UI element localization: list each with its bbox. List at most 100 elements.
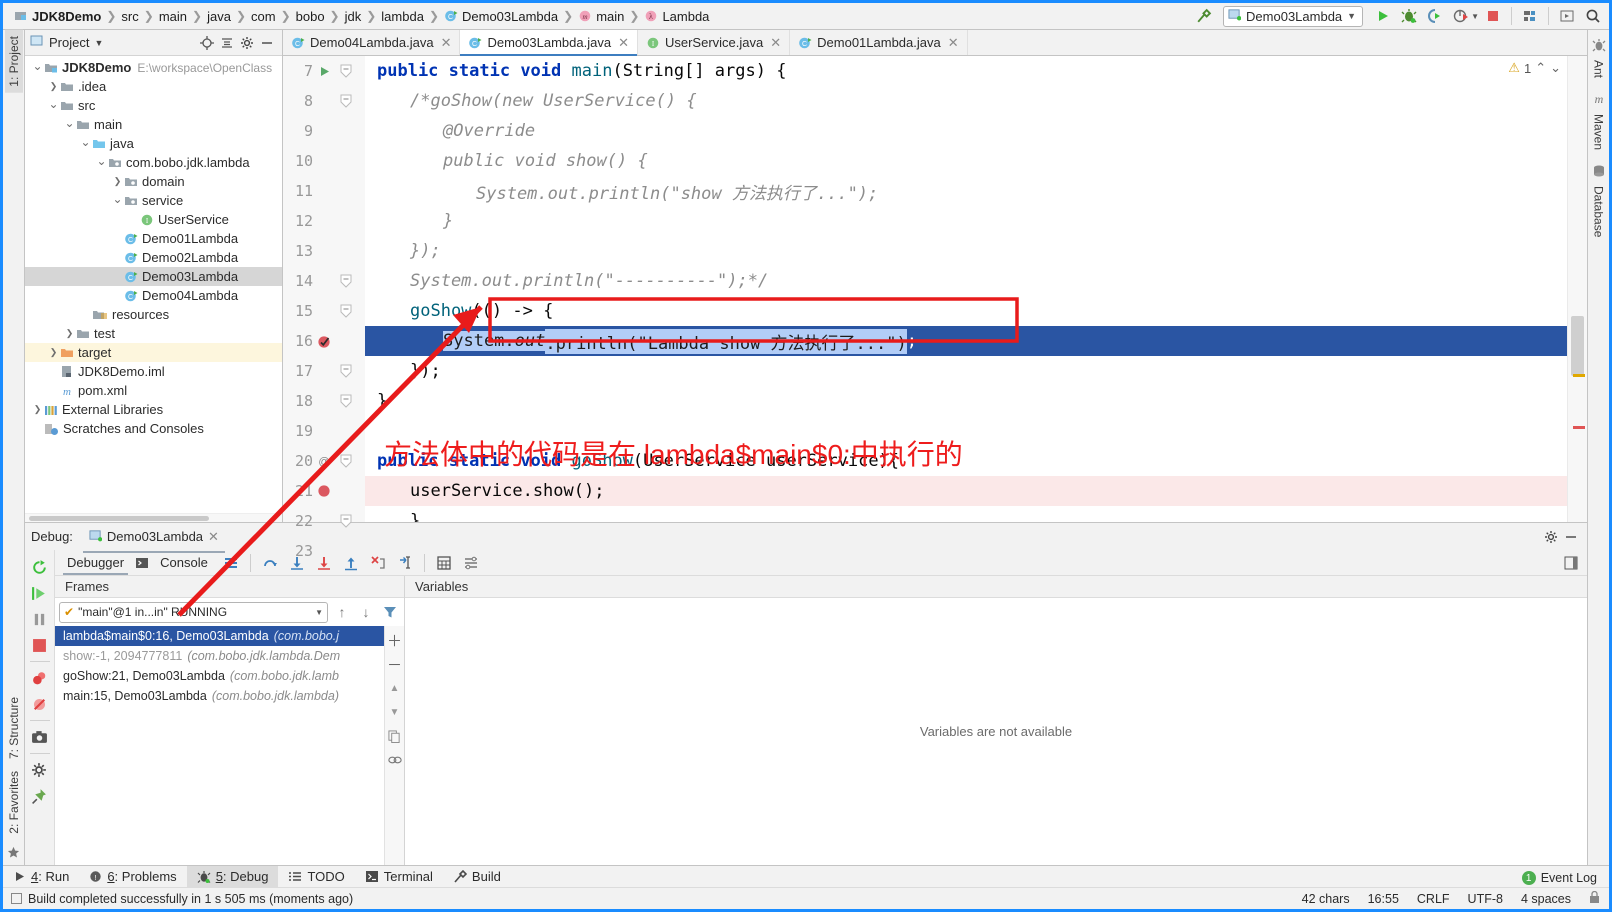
chevron-right-icon[interactable]: ❯ (47, 347, 60, 358)
fold-marker-icon[interactable] (335, 364, 357, 378)
next-issue-icon[interactable]: ⌄ (1550, 60, 1561, 76)
line-separator[interactable]: CRLF (1408, 892, 1459, 906)
gear-icon[interactable] (237, 33, 257, 53)
file-encoding[interactable]: UTF-8 (1459, 892, 1512, 906)
breadcrumb-item-lambda[interactable]: lambda (378, 9, 427, 24)
gutter-line-8[interactable]: 8 (283, 86, 365, 116)
code-line-9[interactable]: @Override (365, 116, 1567, 146)
scroll-up-icon[interactable]: ▲ (385, 678, 405, 698)
tree-item-src[interactable]: ⌄ src (25, 96, 282, 115)
tree-item-domain[interactable]: ❯ domain (25, 172, 282, 191)
code-line-11[interactable]: System.out.println("show 方法执行了..."); (365, 176, 1567, 206)
code-line-16[interactable]: System. out .println("Lambda show 方法执行了...… (365, 326, 1567, 356)
tree-item--idea[interactable]: ❯ .idea (25, 77, 282, 96)
tree-item-demo01lambda[interactable]: C Demo01Lambda (25, 229, 282, 248)
editor-tab-demo04lambda-java[interactable]: C Demo04Lambda.java ✕ (283, 30, 461, 55)
gutter-line-21[interactable]: 21 (283, 476, 365, 506)
indent-setting[interactable]: 4 spaces (1512, 892, 1580, 906)
tree-item-main[interactable]: ⌄ main (25, 115, 282, 134)
run-with-coverage-icon[interactable] (1423, 5, 1447, 27)
tool-window-button-terminal[interactable]: Terminal (355, 866, 443, 887)
link-icon[interactable] (385, 750, 405, 770)
chevron-down-icon[interactable]: ⌄ (95, 154, 108, 168)
run-gutter-icon[interactable] (313, 65, 335, 78)
run-configuration-selector[interactable]: Demo03Lambda ▼ (1223, 5, 1364, 27)
breadcrumb-item-java[interactable]: java (204, 9, 234, 24)
editor-tab-demo03lambda-java[interactable]: C Demo03Lambda.java ✕ (460, 30, 638, 56)
chevron-down-icon[interactable]: ⌄ (79, 135, 92, 149)
tree-item-demo04lambda[interactable]: C Demo04Lambda (25, 286, 282, 305)
gutter-line-23[interactable]: 23 (283, 536, 365, 566)
copy-icon[interactable] (385, 726, 405, 746)
close-icon[interactable]: ✕ (208, 529, 219, 545)
frames-list[interactable]: lambda$main$0:16, Demo03Lambda (com.bobo.… (55, 626, 384, 865)
breakpoint-icon[interactable] (313, 484, 335, 498)
tree-item-resources[interactable]: resources (25, 305, 282, 324)
code-line-17[interactable]: }); (365, 356, 1567, 386)
tree-item-java[interactable]: ⌄ java (25, 134, 282, 153)
frame-up-icon[interactable]: ↑ (332, 602, 352, 622)
profiler-dropdown-icon[interactable]: ▼ (1471, 12, 1479, 21)
evaluate-expression-icon[interactable] (432, 552, 456, 574)
add-icon[interactable]: ＋ (385, 630, 405, 650)
breadcrumb-item-main[interactable]: m main (575, 9, 627, 24)
rail-tab-1-project[interactable]: 1: Project (4, 30, 23, 93)
tree-item-external-libraries[interactable]: ❯ External Libraries (25, 400, 282, 419)
search-icon[interactable] (1581, 5, 1605, 27)
profiler-icon[interactable] (1449, 5, 1473, 27)
layout-settings-icon[interactable] (219, 552, 243, 574)
tool-window-button-build[interactable]: Build (443, 866, 511, 887)
event-log-button[interactable]: 1 Event Log (1521, 871, 1597, 885)
code-line-18[interactable]: } (365, 386, 1567, 416)
editor-tab-demo01lambda-java[interactable]: C Demo01Lambda.java ✕ (790, 30, 968, 55)
fold-marker-icon[interactable] (335, 304, 357, 318)
breadcrumb-item-src[interactable]: src (118, 9, 141, 24)
gutter-line-7[interactable]: 7 (283, 56, 365, 86)
project-horizontal-scrollbar[interactable] (25, 513, 282, 522)
rail-tab-2-favorites[interactable]: 2: Favorites (5, 765, 23, 840)
rerun-icon[interactable] (27, 554, 53, 580)
filter-frames-icon[interactable] (380, 602, 400, 622)
pin-icon[interactable] (27, 783, 53, 809)
app-structure-icon[interactable] (1518, 5, 1542, 27)
tree-item-com-bobo-jdk-lambda[interactable]: ⌄ com.bobo.jdk.lambda (25, 153, 282, 172)
project-tree[interactable]: ⌄ JDK8Demo E:\workspace\OpenClass ❯ .idea ⌄ sr… (25, 56, 282, 513)
tree-item-demo03lambda[interactable]: C Demo03Lambda (25, 267, 282, 286)
gutter-line-9[interactable]: 9 (283, 116, 365, 146)
tree-item-jdk8demo[interactable]: ⌄ JDK8Demo E:\workspace\OpenClass (25, 58, 282, 77)
editor-scrollbar-area[interactable] (1567, 56, 1587, 522)
gutter-line-13[interactable]: 13 (283, 236, 365, 266)
caret-position[interactable]: 16:55 (1359, 892, 1408, 906)
editor-gutter[interactable]: 7 8 9 10 11 12 13 14 15 16 17 18 19 20 @21 22 23 (283, 56, 365, 560)
fold-marker-icon[interactable] (335, 94, 357, 108)
gutter-line-22[interactable]: 22 (283, 506, 365, 536)
scroll-down-icon[interactable]: ▼ (385, 702, 405, 722)
chevron-down-icon[interactable]: ⌄ (47, 97, 60, 111)
debug-settings-gear-icon[interactable] (1541, 527, 1561, 547)
rail-tab-maven[interactable]: Maven (1590, 108, 1608, 156)
breadcrumb-item-demo03lambda[interactable]: C Demo03Lambda (441, 9, 561, 24)
stack-frame-item[interactable]: show:-1, 2094777811 (com.bobo.jdk.lambda.… (55, 646, 384, 666)
tab-debugger[interactable]: Debugger (59, 553, 132, 575)
tree-item-pom-xml[interactable]: m pom.xml (25, 381, 282, 400)
code-line-7[interactable]: public static void main (String[] args) { (365, 56, 1567, 86)
chevron-right-icon[interactable]: ❯ (47, 81, 60, 92)
tree-item-userservice[interactable]: I UserService (25, 210, 282, 229)
gutter-line-15[interactable]: 15 (283, 296, 365, 326)
tree-item-service[interactable]: ⌄ service (25, 191, 282, 210)
fold-marker-icon[interactable] (335, 454, 357, 468)
stack-frame-item[interactable]: main:15, Demo03Lambda (com.bobo.jdk.lambd… (55, 686, 384, 706)
editor-tab-userservice-java[interactable]: I UserService.java ✕ (638, 30, 791, 55)
build-hammer-icon[interactable] (1191, 5, 1215, 27)
stack-frame-item[interactable]: lambda$main$0:16, Demo03Lambda (com.bobo.… (55, 626, 384, 646)
chevron-right-icon[interactable]: ❯ (31, 404, 44, 415)
code-line-15[interactable]: goShow(() -> { (365, 296, 1567, 326)
lock-icon[interactable] (1580, 890, 1609, 907)
gutter-line-12[interactable]: 12 (283, 206, 365, 236)
chevron-down-icon[interactable]: ⌄ (63, 116, 76, 130)
code-line-14[interactable]: System.out.println("----------");*/ (365, 266, 1567, 296)
resume-program-icon[interactable] (27, 580, 53, 606)
frame-down-icon[interactable]: ↓ (356, 602, 376, 622)
rail-tab-ant[interactable]: Ant (1590, 54, 1608, 84)
project-dropdown-icon[interactable]: ▼ (94, 38, 103, 48)
